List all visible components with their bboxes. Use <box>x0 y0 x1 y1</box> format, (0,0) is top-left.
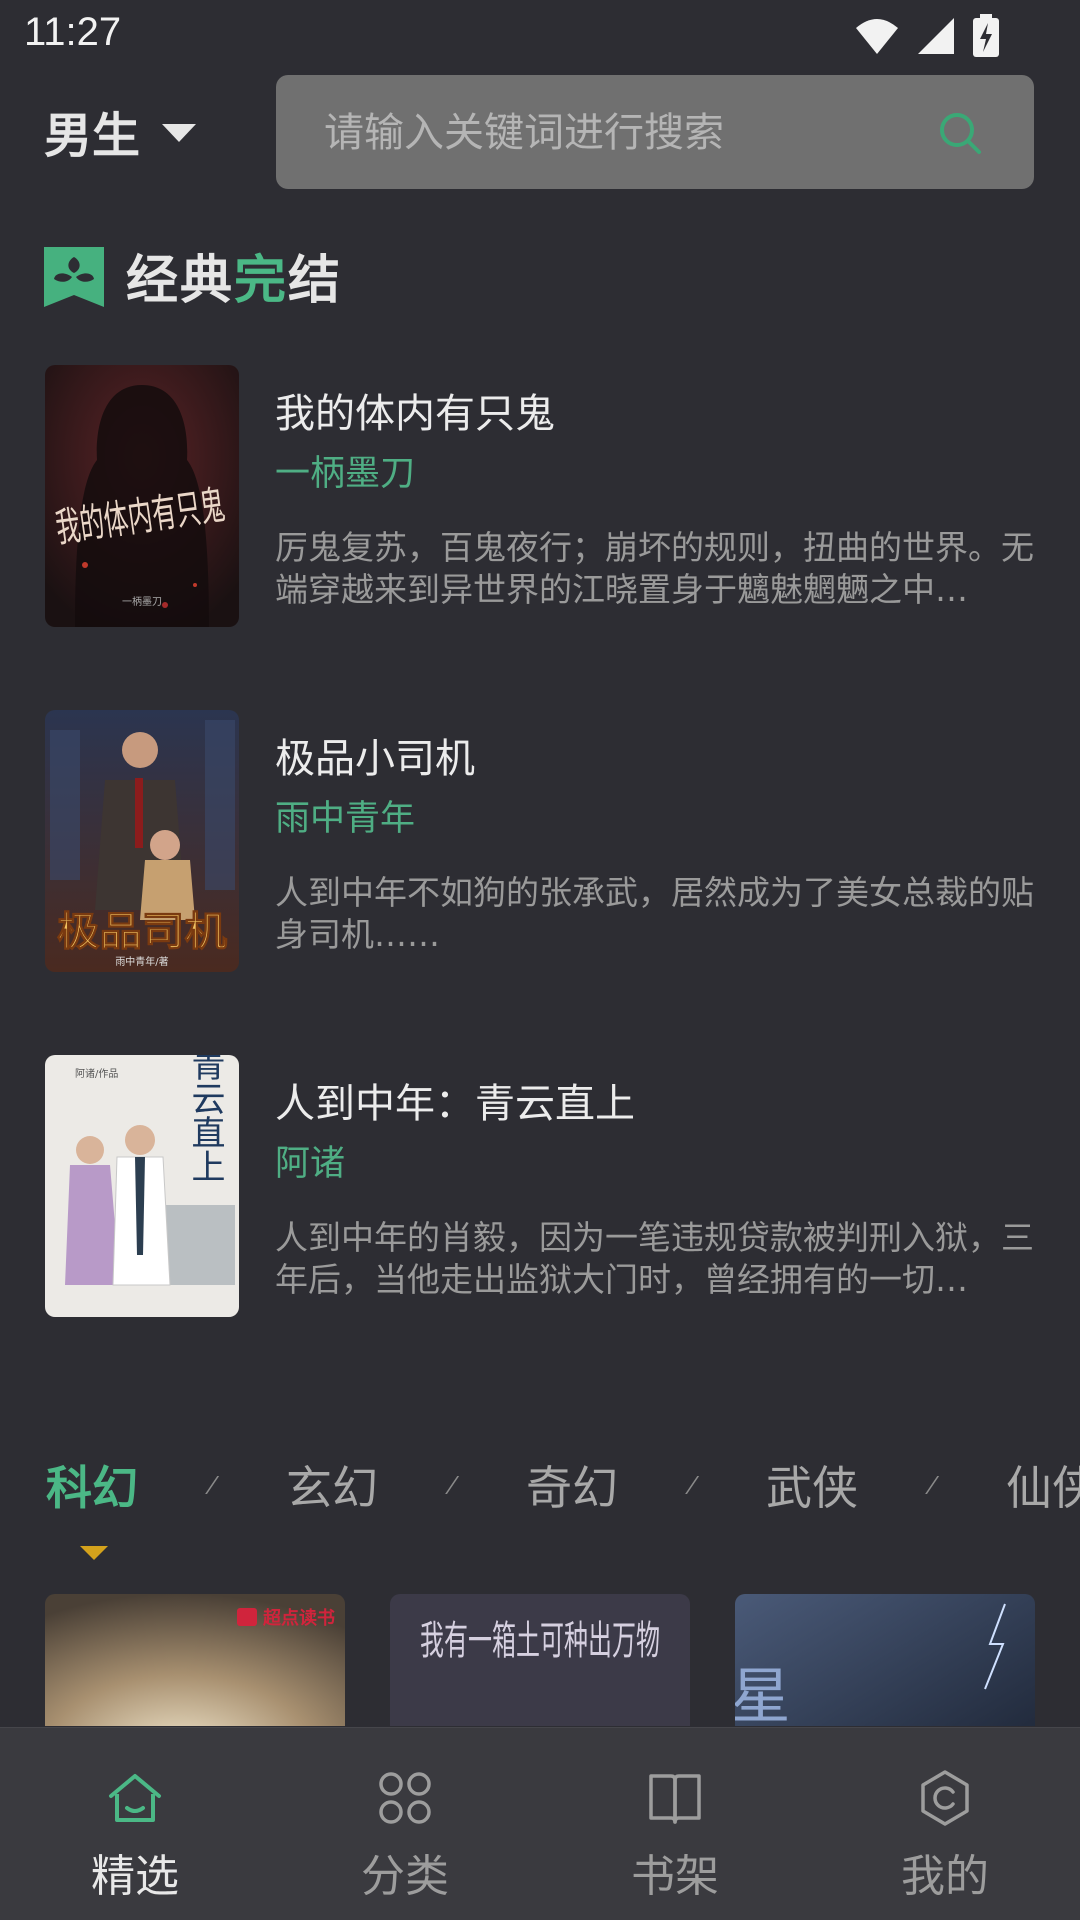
book-cover[interactable]: 极品司机 雨中青年/著 <box>45 710 239 972</box>
book-author[interactable]: 一柄墨刀 <box>275 445 415 496</box>
section-title-part1: 经典 <box>126 251 235 311</box>
book-cover[interactable]: 青云直上 阿诸/作品 <box>45 1055 239 1317</box>
book-item[interactable]: 极品司机 雨中青年/著 极品小司机 雨中青年 人到中年不如狗的张承武，居然成为了… <box>45 710 1035 972</box>
bottom-nav: 精选 分类 书架 我的 <box>0 1727 1080 1920</box>
book-item[interactable]: 青云直上 阿诸/作品 人到中年：青云直上 阿诸 人到中年的肖毅，因为一笔违规贷款… <box>45 1055 1035 1317</box>
tab-separator: / <box>923 1472 941 1498</box>
cover-author-text: 雨中青年/著 <box>115 955 168 968</box>
gender-select[interactable]: 男生 <box>44 96 197 166</box>
cover-author-text: 一柄墨刀 <box>122 595 162 608</box>
search-input[interactable] <box>322 75 906 191</box>
signal-icon <box>918 18 954 54</box>
book-title[interactable]: 极品小司机 <box>275 726 475 784</box>
section-title: 经典完结 <box>126 238 342 313</box>
nav-item-bookshelf[interactable]: 书架 <box>540 1728 810 1920</box>
cover-badge-text: 超点读书 <box>263 1607 335 1629</box>
tab-xuanhuan[interactable]: 玄幻 <box>286 1452 378 1518</box>
nav-item-mine[interactable]: 我的 <box>810 1728 1080 1920</box>
book-description-text: 人到中年不如狗的张承武，居然成为了美女总裁的贴身司机…… <box>275 873 1034 954</box>
book-title[interactable]: 人到中年：青云直上 <box>275 1071 635 1129</box>
tab-separator: / <box>203 1472 221 1498</box>
nav-label: 精选 <box>91 1851 179 1902</box>
tab-separator: / <box>443 1472 461 1498</box>
category-book-grid: 超点读书 我有一箱土可种出万物 星环 <box>45 1594 1035 1726</box>
book-description: 人到中年的肖毅，因为一笔违规贷款被判刑入狱，三年后，当他走出监狱大门时，曾经拥有… <box>275 1217 1035 1301</box>
cover-title-text: 星环 <box>735 1664 790 1726</box>
status-icons <box>854 14 1000 58</box>
home-icon <box>109 1774 161 1822</box>
wifi-icon <box>856 19 898 54</box>
battery-icon <box>973 14 999 57</box>
status-bar: 11:27 <box>0 0 1080 72</box>
leaf-bookmark-icon <box>44 246 104 307</box>
tab-xianxia[interactable]: 仙侠 <box>1006 1452 1080 1518</box>
tab-separator: / <box>683 1472 701 1498</box>
cover-title-text: 我有一箱土可种出万物 <box>420 1618 660 1664</box>
category-book-cover[interactable]: 我有一箱土可种出万物 <box>390 1594 690 1726</box>
tab-fantasy[interactable]: 奇幻 <box>526 1452 618 1518</box>
book-description-text: 人到中年的肖毅，因为一笔违规贷款被判刑入狱，三年后，当他走出监狱大门时，曾经拥有… <box>275 1218 1034 1299</box>
nav-label: 分类 <box>361 1851 449 1902</box>
book-item[interactable]: 我的体内有只鬼 一柄墨刀 我的体内有只鬼 一柄墨刀 厉鬼复苏，百鬼夜行；崩坏的规… <box>45 365 1035 627</box>
cover-title-text: 青云直上 <box>185 1055 225 1183</box>
section-title-part2: 结 <box>288 251 343 311</box>
app-screen: 11:27 男生 请输入关键词进行搜索 经典完结 我的体内有只鬼 一柄墨刀 我的… <box>0 0 1080 1920</box>
search-box[interactable] <box>276 75 1034 191</box>
nav-label: 书架 <box>631 1851 719 1902</box>
book-author[interactable]: 雨中青年 <box>275 790 415 841</box>
chevron-down-icon <box>162 124 197 142</box>
category-tabs: 科幻/玄幻/奇幻/武侠/仙侠/都市 <box>46 1452 1080 1532</box>
section-header: 经典完结 <box>42 238 342 313</box>
active-tab-indicator <box>80 1546 108 1560</box>
category-book-cover[interactable]: 超点读书 <box>45 1594 345 1726</box>
nav-label: 我的 <box>901 1851 989 1902</box>
book-author[interactable]: 阿诸 <box>275 1135 345 1186</box>
gender-label: 男生 <box>44 108 141 164</box>
cover-title-text: 极品司机 <box>57 909 227 955</box>
section-title-highlight: 完 <box>234 251 289 311</box>
book-description: 厉鬼复苏，百鬼夜行；崩坏的规则，扭曲的世界。无端穿越来到异世界的江晓置身于魑魅魍… <box>275 527 1035 611</box>
book-description-text: 厉鬼复苏，百鬼夜行；崩坏的规则，扭曲的世界。无端穿越来到异世界的江晓置身于魑魅魍… <box>275 528 1034 609</box>
tab-scifi[interactable]: 科幻 <box>46 1452 138 1518</box>
category-book-cover[interactable]: 星环 <box>735 1594 1035 1726</box>
book-description: 人到中年不如狗的张承武，居然成为了美女总裁的贴身司机…… <box>275 872 1035 956</box>
status-time: 11:27 <box>24 10 122 54</box>
profile-icon <box>921 1770 969 1826</box>
tab-wuxia[interactable]: 武侠 <box>766 1452 858 1518</box>
nav-item-featured[interactable]: 精选 <box>0 1728 270 1920</box>
category-icon <box>379 1772 431 1824</box>
book-cover[interactable]: 我的体内有只鬼 一柄墨刀 <box>45 365 239 627</box>
cover-author-text: 阿诸/作品 <box>75 1068 118 1080</box>
book-title[interactable]: 我的体内有只鬼 <box>275 381 555 439</box>
bookshelf-icon <box>649 1774 701 1824</box>
search-icon[interactable] <box>936 109 984 157</box>
nav-item-category[interactable]: 分类 <box>270 1728 540 1920</box>
